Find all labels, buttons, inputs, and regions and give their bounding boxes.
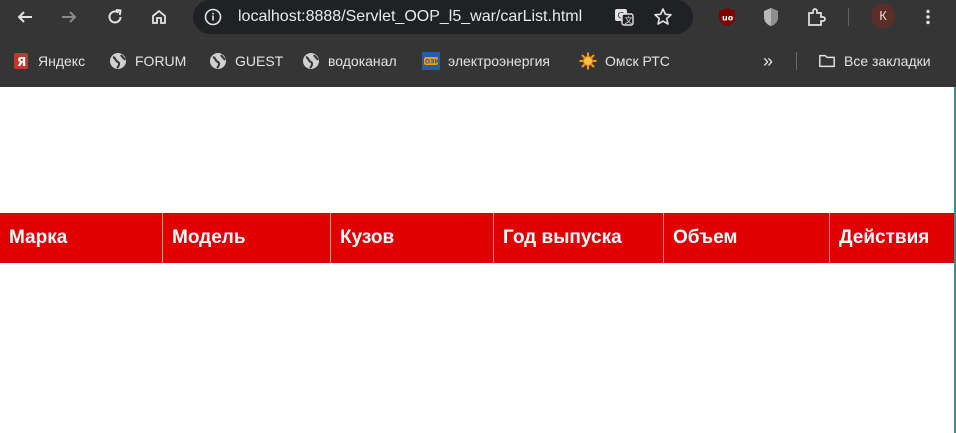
toolbar-divider (848, 8, 849, 26)
arrow-right-icon (62, 11, 77, 23)
bookmark-omsk-rts[interactable]: Омск РТС (579, 51, 670, 71)
all-bookmarks-label: Все закладки (844, 53, 931, 69)
column-header-brand: Марка (0, 213, 163, 263)
bookmark-label: GUEST (235, 53, 284, 69)
star-icon[interactable] (653, 7, 673, 27)
bookmark-label: Яндекс (38, 53, 86, 69)
svg-text:ОЭК: ОЭК (425, 59, 440, 66)
forward-button[interactable] (55, 3, 83, 31)
column-header-body: Кузов (331, 213, 494, 263)
column-header-year: Год выпуска (494, 213, 664, 263)
info-icon[interactable] (203, 7, 223, 27)
globe-icon (209, 52, 227, 70)
bookmark-vodokanal[interactable]: водоканал (302, 51, 397, 71)
bookmark-elektroenergiya[interactable]: ОЭК электроэнергия (422, 51, 550, 71)
folder-icon (818, 52, 836, 70)
more-bookmarks-button[interactable]: » (758, 50, 778, 72)
oek-icon: ОЭК (422, 52, 440, 70)
all-bookmarks-button[interactable]: Все закладки (818, 51, 931, 71)
ublock-icon[interactable]: uo (716, 6, 738, 28)
back-button[interactable] (11, 3, 39, 31)
translate-icon[interactable]: G文 (614, 7, 634, 27)
svg-text:uo: uo (722, 14, 734, 23)
yandex-icon: Я (12, 52, 30, 70)
car-table-header: Марка Модель Кузов Год выпуска Объем Дей… (0, 213, 954, 263)
browser-toolbar: localhost:8888/Servlet_OOP_l5_war/carLis… (0, 0, 956, 36)
bookmarks-divider (796, 52, 797, 70)
home-button[interactable] (145, 3, 173, 31)
column-header-actions: Действия (839, 227, 930, 248)
svg-text:文: 文 (625, 15, 633, 25)
bookmarks-bar: Я Яндекс FORUM GUEST водоканал ОЭК элект… (0, 36, 956, 87)
home-icon (152, 9, 166, 24)
bookmark-yandex[interactable]: Я Яндекс (12, 51, 85, 71)
bookmark-label: водоканал (328, 53, 397, 69)
arrow-left-icon (17, 11, 32, 23)
url-text[interactable]: localhost:8888/Servlet_OOP_l5_war/carLis… (238, 7, 582, 27)
bookmark-guest[interactable]: GUEST (209, 51, 283, 71)
address-bar[interactable]: localhost:8888/Servlet_OOP_l5_war/carLis… (193, 0, 693, 34)
kebab-menu-icon[interactable] (914, 3, 942, 31)
page-content: Марка Модель Кузов Год выпуска Объем Дей… (0, 87, 956, 433)
profile-avatar[interactable]: К (871, 4, 895, 28)
shield-icon[interactable] (760, 6, 782, 28)
bookmark-forum[interactable]: FORUM (109, 51, 186, 71)
sun-icon (579, 52, 597, 70)
column-header-model: Модель (163, 213, 331, 263)
svg-text:Я: Я (17, 55, 26, 69)
bookmark-label: FORUM (135, 53, 187, 69)
puzzle-icon[interactable] (805, 6, 827, 28)
bookmark-label: электроэнергия (448, 53, 551, 69)
bookmark-label: Омск РТС (605, 53, 670, 69)
globe-icon (302, 52, 320, 70)
reload-icon (108, 9, 122, 24)
column-header-volume: Объем (664, 213, 830, 263)
globe-icon (109, 52, 127, 70)
reload-button[interactable] (101, 3, 129, 31)
